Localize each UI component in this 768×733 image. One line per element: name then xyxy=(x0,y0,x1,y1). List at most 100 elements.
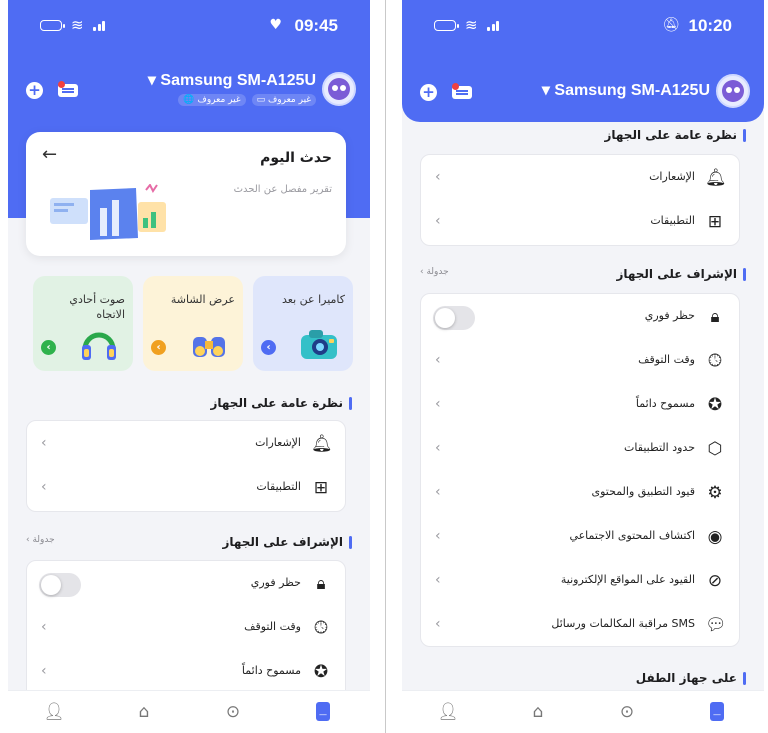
supervision-card: 🔒︎ حظر فوري 🕓︎ وقت التوقف ‹ ✪ مسموح دائم… xyxy=(26,560,346,700)
list-item-label: قيود التطبيق والمحتوى xyxy=(591,485,695,498)
list-item-label: التطبيقات xyxy=(256,480,301,493)
device-name: Samsung SM-A125U xyxy=(554,82,710,99)
eye-icon: ◉ xyxy=(707,527,723,547)
arrow-left-icon[interactable]: ← xyxy=(42,144,57,165)
clock-icon: 🕓︎ xyxy=(314,618,328,638)
screens-gutter xyxy=(370,0,402,733)
device-name: Samsung SM-A125U xyxy=(160,72,316,89)
tab-location[interactable]: ⊙ xyxy=(615,701,639,723)
tab-location[interactable]: ⊙ xyxy=(221,701,245,723)
feature-one-way-audio[interactable]: صوت أحادي الاتجاه ‹ xyxy=(33,276,133,371)
feature-remote-camera[interactable]: كاميرا عن بعد ‹ xyxy=(253,276,353,371)
chevron-left-icon: ‹ xyxy=(435,484,441,500)
list-item-notifications[interactable]: 🔔︎ الإشعارات ‹ xyxy=(27,423,345,467)
location-pin-icon: ⊙ xyxy=(225,702,241,722)
apps-grid-icon: ⊞ xyxy=(313,478,329,498)
messages-button[interactable] xyxy=(452,83,474,100)
chevron-left-icon: ‹ xyxy=(435,572,441,588)
device-header: + ▾ Samsung SM-A125U xyxy=(402,72,764,118)
person-icon: 👤︎ xyxy=(43,702,65,722)
section-title-overview: نظرة عامة على الجهاز xyxy=(210,396,352,410)
section-title-child-device: على جهاز الطفل xyxy=(636,671,747,685)
house-icon: ⌂ xyxy=(532,702,544,722)
overview-card: 🔔︎ الإشعارات ‹ ⊞ التطبيقات ‹ xyxy=(26,420,346,512)
list-item-label: الإشعارات xyxy=(649,170,695,183)
overview-card: 🔔︎ الإشعارات ‹ ⊞ التطبيقات ‹ xyxy=(420,154,740,246)
device-header: + ▾ Samsung SM-A125U 🌐 غير معروف ▭ غير م… xyxy=(8,70,370,116)
chevron-left-icon: ‹ xyxy=(41,435,47,451)
list-item-label: حدود التطبيقات xyxy=(624,441,695,454)
person-icon: 👤︎ xyxy=(437,702,459,722)
bottom-tab-bar: 👤︎ ⌂ ⊙ — xyxy=(8,690,370,733)
chat-icon: 💬︎ xyxy=(705,615,727,635)
list-item-label: التطبيقات xyxy=(650,214,695,227)
tab-device[interactable]: — xyxy=(705,701,729,723)
chevron-left-icon: ‹ xyxy=(435,440,441,456)
wifi-icon: ≋ xyxy=(465,16,478,34)
list-item-notifications[interactable]: 🔔︎ الإشعارات ‹ xyxy=(421,157,739,201)
schedule-link[interactable]: ‹ جدولة xyxy=(420,267,449,277)
chevron-left-icon: ‹ xyxy=(435,352,441,368)
list-item-apps[interactable]: ⊞ التطبيقات ‹ xyxy=(421,201,739,245)
house-icon: ⌂ xyxy=(138,702,150,722)
screen-device-settings: ≋ 🔕︎ 10:20 + ▾ Samsung SM-A125U نظرة عام… xyxy=(402,0,764,733)
list-item-label: وقت التوقف xyxy=(244,620,301,633)
list-item-apps[interactable]: ⊞ التطبيقات ‹ xyxy=(27,467,345,511)
list-item-always-allowed[interactable]: ✪ مسموح دائماً ‹ xyxy=(421,384,739,428)
avatar[interactable] xyxy=(716,74,750,108)
list-item-label: الإشعارات xyxy=(255,436,301,449)
feature-label: كاميرا عن بعد xyxy=(282,293,345,306)
list-item-downtime[interactable]: 🕓︎ وقت التوقف ‹ xyxy=(421,340,739,384)
add-device-button[interactable]: + xyxy=(420,84,437,101)
chevron-left-icon: ‹ xyxy=(41,663,47,679)
battery-icon xyxy=(40,20,65,31)
tag-system: ▭ غير معروف xyxy=(251,94,316,106)
list-item-website-restrictions[interactable]: ⊘ القيود على المواقع الإلكترونية ‹ xyxy=(421,560,739,604)
status-time: 09:45 xyxy=(294,16,338,35)
device-selector[interactable]: ▾ Samsung SM-A125U xyxy=(542,80,710,100)
section-title-supervision: الإشراف على الجهاز xyxy=(222,535,352,549)
signal-icon xyxy=(487,19,499,31)
tab-home[interactable]: ⌂ xyxy=(132,701,156,723)
tab-device[interactable]: — xyxy=(311,701,335,723)
lock-icon: 🔒︎ xyxy=(710,307,720,327)
screens-divider xyxy=(385,0,386,733)
list-item-app-limits[interactable]: ⬡ حدود التطبيقات ‹ xyxy=(421,428,739,472)
bottom-tab-bar: 👤︎ ⌂ ⊙ — xyxy=(402,690,764,733)
notification-dot xyxy=(58,81,65,88)
list-item-always-allowed[interactable]: ✪ مسموح دائماً ‹ xyxy=(27,651,345,695)
avatar-face-icon xyxy=(328,78,350,100)
chevron-left-icon: ‹ xyxy=(41,619,47,635)
instant-block-toggle[interactable] xyxy=(433,306,475,330)
schedule-link[interactable]: ‹ جدولة xyxy=(26,535,55,545)
avatar[interactable] xyxy=(322,72,356,106)
list-item-label: اكتشاف المحتوى الاجتماعي xyxy=(569,529,695,542)
tab-profile[interactable]: 👤︎ xyxy=(42,701,66,723)
add-device-button[interactable]: + xyxy=(26,82,43,99)
feature-screen-view[interactable]: عرض الشاشة ‹ xyxy=(143,276,243,371)
heart-icon: ♥ xyxy=(269,17,282,33)
phone-icon: — xyxy=(319,710,327,719)
feature-label: صوت أحادي الاتجاه xyxy=(69,293,125,321)
tab-home[interactable]: ⌂ xyxy=(526,701,550,723)
chevron-left-icon: ‹ xyxy=(41,479,47,495)
section-title-supervision: الإشراف على الجهاز xyxy=(616,267,746,281)
instant-block-toggle[interactable] xyxy=(39,573,81,597)
list-item-downtime[interactable]: 🕓︎ وقت التوقف ‹ xyxy=(27,607,345,651)
list-item-social-content-detection[interactable]: ◉ اكتشاف المحتوى الاجتماعي ‹ xyxy=(421,516,739,560)
list-item-app-content-restrictions[interactable]: ⚙ قيود التطبيق والمحتوى ‹ xyxy=(421,472,739,516)
device-selector[interactable]: ▾ Samsung SM-A125U xyxy=(148,70,316,90)
camera-icon xyxy=(301,330,337,359)
today-event-card[interactable]: ← حدث اليوم تقرير مفصل عن الحدث xyxy=(26,132,346,256)
chevron-left-icon: ‹ xyxy=(261,340,276,355)
notification-dot xyxy=(452,83,459,90)
list-item-label: مسموح دائماً xyxy=(635,397,695,410)
chevron-left-icon: ‹ xyxy=(435,396,441,412)
chevron-left-icon: ‹ xyxy=(435,528,441,544)
tab-profile[interactable]: 👤︎ xyxy=(436,701,460,723)
messages-button[interactable] xyxy=(58,81,80,98)
list-item-label: مسموح دائماً xyxy=(241,664,301,677)
chevron-left-icon: ‹ xyxy=(435,169,441,185)
event-subtitle: تقرير مفصل عن الحدث xyxy=(233,184,332,195)
list-item-calls-sms-monitoring[interactable]: 💬︎ مراقبة المكالمات ورسائل SMS ‹ xyxy=(421,604,739,646)
